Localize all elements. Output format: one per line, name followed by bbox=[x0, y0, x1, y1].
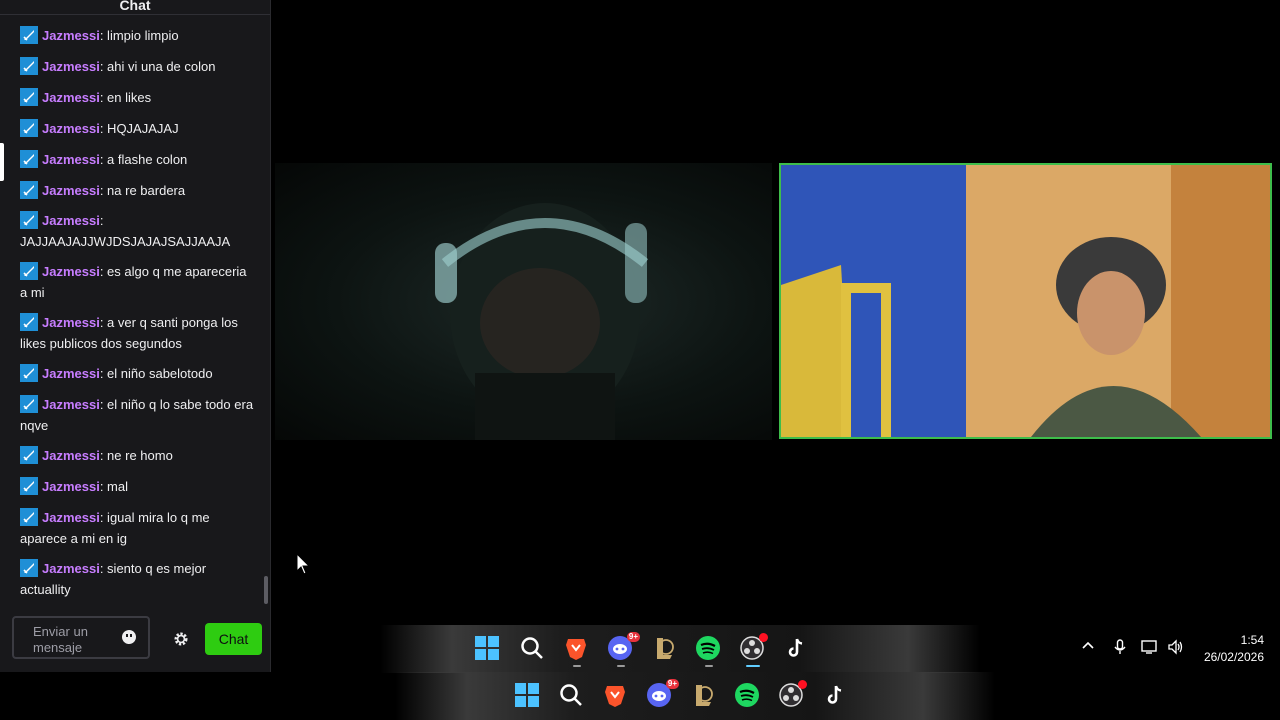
clock-time[interactable]: 1:54 bbox=[1230, 633, 1264, 647]
windows-start-icon[interactable] bbox=[515, 683, 541, 709]
emote-picker-icon[interactable] bbox=[122, 630, 136, 644]
brave-browser-icon[interactable] bbox=[603, 683, 629, 709]
chat-username[interactable]: Jazmessi bbox=[42, 315, 100, 330]
network-icon[interactable] bbox=[1141, 639, 1159, 657]
running-indicator bbox=[705, 665, 713, 667]
moderator-sword-badge-icon[interactable] bbox=[20, 446, 38, 464]
webcam-feed-left bbox=[275, 163, 772, 440]
chat-username[interactable]: Jazmessi bbox=[42, 28, 100, 43]
recording-indicator bbox=[759, 633, 768, 642]
moderator-sword-badge-icon[interactable] bbox=[20, 57, 38, 75]
moderator-sword-badge-icon[interactable] bbox=[20, 211, 38, 229]
chat-message-text: : en likes bbox=[99, 90, 152, 105]
chat-settings-gear-icon[interactable] bbox=[173, 631, 189, 647]
chat-username[interactable]: Jazmessi bbox=[42, 121, 100, 136]
league-of-legends-icon[interactable] bbox=[691, 683, 717, 709]
chat-message: Jazmessi: limpio limpio bbox=[20, 25, 256, 46]
chat-username[interactable]: Jazmessi bbox=[42, 264, 100, 279]
chat-username[interactable]: Jazmessi bbox=[42, 213, 100, 228]
chat-username[interactable]: Jazmessi bbox=[42, 90, 100, 105]
spotify-icon[interactable] bbox=[735, 683, 761, 709]
discord-icon[interactable]: 9+ bbox=[647, 679, 679, 709]
chat-message-input[interactable]: Enviar un mensaje bbox=[12, 616, 150, 659]
obs-studio-icon[interactable] bbox=[740, 633, 768, 667]
running-indicator bbox=[573, 665, 581, 667]
moderator-sword-badge-icon[interactable] bbox=[20, 364, 38, 382]
volume-icon[interactable] bbox=[1167, 639, 1185, 657]
chat-message-text: : na re bardera bbox=[99, 183, 186, 198]
chat-title: Chat bbox=[0, 0, 270, 15]
discord-notification-badge: 9+ bbox=[626, 632, 640, 642]
chat-username[interactable]: Jazmessi bbox=[42, 510, 100, 525]
taskbar-bottom: 9+ bbox=[395, 672, 995, 720]
chat-username[interactable]: Jazmessi bbox=[42, 561, 100, 576]
active-app-indicator bbox=[746, 665, 760, 667]
webcam-feed-right bbox=[779, 163, 1272, 439]
chevron-up-icon[interactable] bbox=[1079, 639, 1097, 657]
chat-message: Jazmessi: el niño sabelotodo bbox=[20, 363, 256, 384]
chat-username[interactable]: Jazmessi bbox=[42, 366, 100, 381]
mouse-cursor-icon bbox=[296, 552, 311, 580]
chat-username[interactable]: Jazmessi bbox=[42, 448, 100, 463]
moderator-sword-badge-icon[interactable] bbox=[20, 88, 38, 106]
chat-username[interactable]: Jazmessi bbox=[42, 479, 100, 494]
moderator-sword-badge-icon[interactable] bbox=[20, 262, 38, 280]
search-icon[interactable] bbox=[559, 683, 585, 709]
microphone-icon[interactable] bbox=[1111, 639, 1129, 657]
chat-username[interactable]: Jazmessi bbox=[42, 397, 100, 412]
league-of-legends-icon[interactable] bbox=[652, 636, 678, 662]
chat-message-text: : HQJAJAJAJ bbox=[99, 121, 179, 136]
chat-message: Jazmessi: mal bbox=[20, 476, 256, 497]
chat-scrollbar[interactable] bbox=[264, 576, 268, 604]
recording-indicator bbox=[798, 680, 807, 689]
moderator-sword-badge-icon[interactable] bbox=[20, 150, 38, 168]
chat-message-text: : ne re homo bbox=[99, 448, 173, 463]
chat-message-text: : ahi vi una de colon bbox=[99, 59, 216, 74]
chat-message: Jazmessi: a flashe colon bbox=[20, 149, 256, 170]
chat-message-text: : el niño sabelotodo bbox=[99, 366, 213, 381]
discord-icon[interactable]: 9+ bbox=[608, 632, 640, 667]
taskbar-top: 9+ bbox=[380, 625, 980, 673]
moderator-sword-badge-icon[interactable] bbox=[20, 395, 38, 413]
chat-username[interactable]: Jazmessi bbox=[42, 183, 100, 198]
chat-panel: Chat Jazmessi: limpio limpio Jazmessi: ah… bbox=[0, 0, 271, 672]
chat-message: Jazmessi: ne re homo bbox=[20, 445, 256, 466]
chat-message: Jazmessi: igual mira lo q me aparece a m… bbox=[20, 507, 256, 549]
chat-message: Jazmessi: a ver q santi ponga los likes … bbox=[20, 312, 256, 354]
chat-message: Jazmessi: en likes bbox=[20, 87, 256, 108]
obs-studio-icon[interactable] bbox=[779, 680, 807, 709]
chat-message: Jazmessi: el niño q lo sabe todo era nqv… bbox=[20, 394, 256, 436]
moderator-sword-badge-icon[interactable] bbox=[20, 313, 38, 331]
send-chat-button[interactable]: Chat bbox=[205, 623, 262, 655]
chat-username[interactable]: Jazmessi bbox=[42, 59, 100, 74]
spotify-icon[interactable] bbox=[696, 636, 722, 667]
chat-message-text: : limpio limpio bbox=[99, 28, 179, 43]
chat-message: Jazmessi: JAJJAAJAJJWJDSJAJAJSAJJAAJA bbox=[20, 210, 256, 252]
moderator-sword-badge-icon[interactable] bbox=[20, 181, 38, 199]
search-icon[interactable] bbox=[520, 636, 546, 662]
active-indicator bbox=[0, 143, 4, 181]
chat-username[interactable]: Jazmessi bbox=[42, 152, 100, 167]
running-indicator bbox=[617, 665, 625, 667]
moderator-sword-badge-icon[interactable] bbox=[20, 119, 38, 137]
chat-message: Jazmessi: ahi vi una de colon bbox=[20, 56, 256, 77]
moderator-sword-badge-icon[interactable] bbox=[20, 559, 38, 577]
moderator-sword-badge-icon[interactable] bbox=[20, 508, 38, 526]
chat-message: Jazmessi: na re bardera bbox=[20, 180, 256, 201]
chat-input-placeholder: Enviar un mensaje bbox=[33, 624, 88, 655]
tiktok-icon[interactable] bbox=[784, 636, 810, 662]
chat-message-text: : mal bbox=[99, 479, 128, 494]
chat-message-text: : a flashe colon bbox=[99, 152, 188, 167]
chat-message: Jazmessi: HQJAJAJAJ bbox=[20, 118, 256, 139]
moderator-sword-badge-icon[interactable] bbox=[20, 26, 38, 44]
windows-start-icon[interactable] bbox=[475, 636, 501, 662]
tiktok-icon[interactable] bbox=[823, 683, 849, 709]
chat-message: Jazmessi: es algo q me apareceria a mi bbox=[20, 261, 256, 303]
clock-date[interactable]: 26/02/2026 bbox=[1190, 650, 1264, 664]
moderator-sword-badge-icon[interactable] bbox=[20, 477, 38, 495]
brave-browser-icon[interactable] bbox=[564, 636, 590, 667]
discord-notification-badge: 9+ bbox=[665, 679, 679, 689]
chat-message: Jazmessi: siento q es mejor actuallity bbox=[20, 558, 256, 600]
